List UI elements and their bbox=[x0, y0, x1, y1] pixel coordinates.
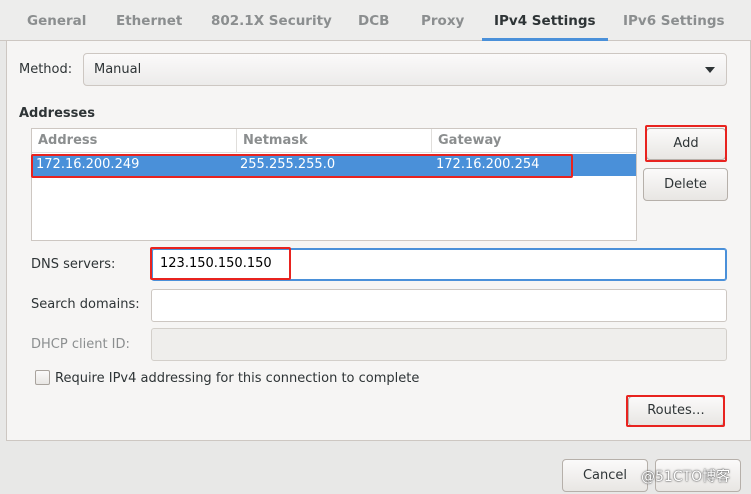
method-combobox[interactable]: Manual bbox=[83, 53, 727, 86]
dns-servers-label: DNS servers: bbox=[31, 257, 116, 272]
require-ipv4-label[interactable]: Require IPv4 addressing for this connect… bbox=[55, 371, 419, 386]
annotation-add-button bbox=[645, 125, 727, 162]
table-header: Address Netmask Gateway bbox=[32, 129, 636, 153]
tab-dcb[interactable]: DCB bbox=[358, 0, 389, 41]
method-label: Method: bbox=[19, 62, 73, 77]
dhcp-client-id-input bbox=[151, 328, 727, 361]
tab-general[interactable]: General bbox=[27, 0, 86, 41]
tab-ipv6-settings[interactable]: IPv6 Settings bbox=[623, 0, 725, 41]
delete-address-button[interactable]: Delete bbox=[643, 168, 728, 201]
search-domains-input[interactable] bbox=[151, 289, 727, 322]
column-header-netmask[interactable]: Netmask bbox=[236, 129, 431, 153]
require-ipv4-checkbox[interactable] bbox=[35, 370, 50, 385]
dhcp-client-id-label: DHCP client ID: bbox=[31, 337, 130, 352]
annotation-dns-value bbox=[150, 247, 291, 280]
search-domains-label: Search domains: bbox=[31, 297, 140, 312]
tab-bar: General Ethernet 802.1X Security DCB Pro… bbox=[0, 0, 751, 41]
addresses-table[interactable]: Address Netmask Gateway 172.16.200.249 2… bbox=[31, 128, 637, 241]
tab-ethernet[interactable]: Ethernet bbox=[116, 0, 182, 41]
tab-8021x-security[interactable]: 802.1X Security bbox=[211, 0, 332, 41]
tab-ipv4-settings[interactable]: IPv4 Settings bbox=[482, 0, 608, 41]
watermark-text: @51CTO博客 bbox=[641, 469, 731, 485]
addresses-heading: Addresses bbox=[19, 106, 95, 121]
column-header-gateway[interactable]: Gateway bbox=[431, 129, 636, 153]
annotation-address-row bbox=[31, 154, 573, 178]
annotation-routes-button bbox=[626, 395, 725, 427]
method-value: Manual bbox=[94, 62, 142, 77]
chevron-down-icon bbox=[705, 67, 715, 73]
tab-proxy[interactable]: Proxy bbox=[421, 0, 464, 41]
cancel-button[interactable]: Cancel bbox=[562, 459, 648, 492]
column-header-address[interactable]: Address bbox=[32, 129, 236, 153]
